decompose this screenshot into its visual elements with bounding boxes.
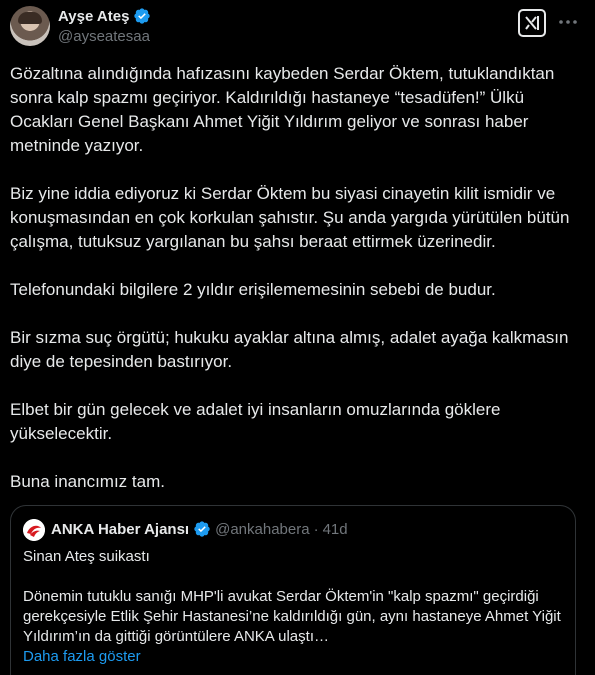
tweet-paragraph: Elbet bir gün gelecek ve adalet iyi insa… [10, 400, 501, 443]
separator-dot: · [313, 520, 319, 538]
tweet-paragraph: Bir sızma suç örgütü; hukuku ayaklar alt… [10, 328, 569, 371]
quoted-title: Sinan Ateş suikastı [23, 548, 150, 565]
ellipsis-icon [559, 20, 577, 24]
author-avatar[interactable] [10, 6, 50, 46]
quoted-tweet-text: Sinan Ateş suikastı Dönemin tutuklu sanı… [23, 547, 563, 667]
quoted-body: Dönemin tutuklu sanığı MHP'li avukat Ser… [23, 588, 561, 645]
author-handle[interactable]: @ayseatesaa [58, 28, 150, 45]
more-options-icon[interactable] [556, 10, 580, 34]
anka-logo-icon [23, 519, 45, 541]
grok-icon [525, 16, 539, 30]
tweet-paragraph: Gözaltına alındığında hafızasını kaybede… [10, 64, 555, 155]
quoted-tweet-header: ANKA Haber Ajansı @ankahabera · 41d [51, 520, 348, 538]
quoted-time[interactable]: 41d [323, 521, 348, 538]
verified-badge-icon [194, 521, 210, 537]
grok-button[interactable] [518, 9, 546, 37]
tweet: Ayşe Ateş @ayseatesaa Gözaltına alındığı… [0, 0, 595, 675]
tweet-paragraph: Telefonundaki bilgilere 2 yıldır erişile… [10, 280, 496, 299]
author-name[interactable]: Ayşe Ateş [58, 8, 129, 25]
quoted-author-name[interactable]: ANKA Haber Ajansı [51, 521, 189, 538]
author-name-row[interactable]: Ayşe Ateş [58, 7, 151, 25]
quoted-tweet[interactable]: ANKA Haber Ajansı @ankahabera · 41d Sina… [10, 505, 576, 675]
show-more-link[interactable]: Daha fazla göster [23, 647, 563, 667]
tweet-paragraph: Biz yine iddia ediyoruz ki Serdar Öktem … [10, 184, 570, 251]
verified-badge-icon [134, 8, 151, 24]
quoted-author-handle[interactable]: @ankahabera [215, 521, 309, 538]
tweet-text: Gözaltına alındığında hafızasını kaybede… [10, 62, 575, 518]
tweet-paragraph: Buna inancımız tam. [10, 472, 165, 491]
anka-logo-avatar[interactable] [23, 519, 45, 541]
